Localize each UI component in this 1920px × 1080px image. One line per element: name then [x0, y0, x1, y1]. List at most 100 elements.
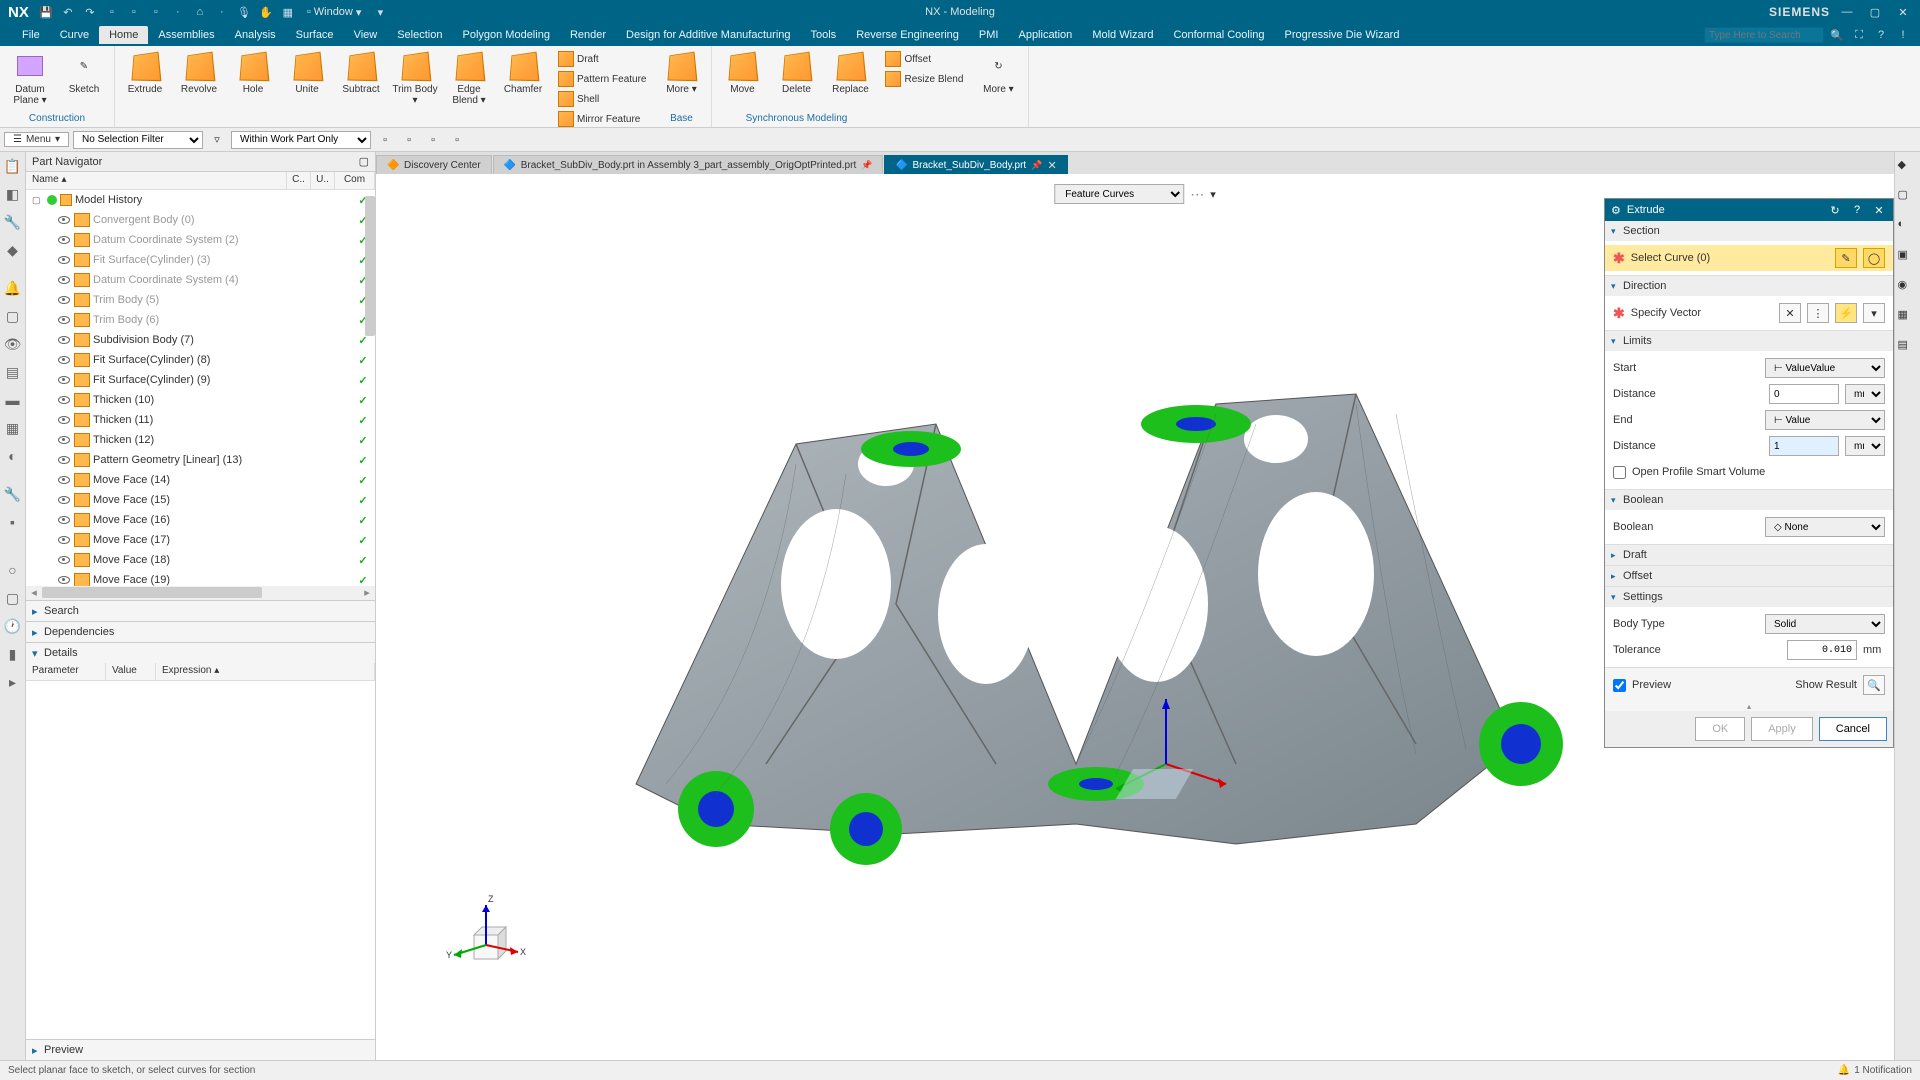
rail-icon[interactable]: ▤ — [1898, 338, 1918, 358]
pattern-feature-button[interactable]: Pattern Feature — [555, 70, 649, 88]
open-profile-checkbox[interactable] — [1613, 466, 1626, 479]
doc-tab-discovery[interactable]: 🔶Discovery Center — [376, 155, 492, 175]
boolean-combo[interactable]: ◇ None — [1765, 517, 1885, 537]
vector-icon[interactable]: ⋮ — [1807, 303, 1829, 323]
sketch-section-icon[interactable]: ✎ — [1835, 248, 1857, 268]
extrude-button[interactable]: Extrude — [119, 48, 171, 108]
more-options-icon[interactable]: ⋯ — [1190, 186, 1204, 203]
rail-icon[interactable]: ◐ — [1898, 218, 1918, 238]
vector-auto-icon[interactable]: ⚡ — [1835, 303, 1857, 323]
tree-item[interactable]: Fit Surface(Cylinder) (3)✓ — [26, 250, 375, 270]
sketch-button[interactable]: ✎Sketch — [58, 48, 110, 108]
visibility-icon[interactable] — [56, 573, 72, 586]
dropdown-icon[interactable]: ▾ — [1210, 188, 1216, 201]
apply-button[interactable]: Apply — [1751, 717, 1813, 741]
tree-item[interactable]: Thicken (12)✓ — [26, 430, 375, 450]
rail-icon[interactable]: ▬ — [3, 390, 23, 410]
home-icon[interactable]: ⌂ — [191, 3, 209, 21]
menu-pmi[interactable]: PMI — [969, 26, 1009, 44]
rail-icon[interactable]: ▢ — [3, 306, 23, 326]
rail-icon[interactable]: ▸ — [3, 672, 23, 692]
subtract-button[interactable]: Subtract — [335, 48, 387, 108]
menu-mold[interactable]: Mold Wizard — [1082, 26, 1163, 44]
preview-checkbox[interactable] — [1613, 679, 1626, 692]
menu-render[interactable]: Render — [560, 26, 616, 44]
close-icon[interactable]: ✕ — [1892, 3, 1914, 21]
more-button[interactable]: More ▾ — [655, 48, 707, 97]
mic-icon[interactable]: 🎙 — [235, 3, 253, 21]
col-param[interactable]: Parameter — [26, 663, 106, 680]
direction-header[interactable]: ▾Direction — [1605, 276, 1893, 296]
tree-item[interactable]: Subdivision Body (7)✓ — [26, 330, 375, 350]
tree-root[interactable]: ▢ Model History ✓ — [26, 190, 375, 210]
menu-view[interactable]: View — [344, 26, 388, 44]
select-curve-row[interactable]: ✱ Select Curve (0) ✎ ◯ — [1605, 245, 1893, 271]
tree-item[interactable]: Move Face (18)✓ — [26, 550, 375, 570]
visibility-icon[interactable] — [56, 293, 72, 307]
col-value[interactable]: Value — [106, 663, 156, 680]
qat-icon[interactable]: ▫ — [103, 3, 121, 21]
rail-icon[interactable]: ◆ — [1898, 158, 1918, 178]
menu-analysis[interactable]: Analysis — [225, 26, 286, 44]
menu-curve[interactable]: Curve — [50, 26, 99, 44]
visibility-icon[interactable] — [56, 553, 72, 567]
menu-reverse[interactable]: Reverse Engineering — [846, 26, 969, 44]
settings-header[interactable]: ▾Settings — [1605, 587, 1893, 607]
reset-icon[interactable]: ↻ — [1827, 204, 1843, 217]
hole-button[interactable]: Hole — [227, 48, 279, 108]
start-type-combo[interactable]: ⊢ ValueValue — [1765, 358, 1885, 378]
menu-polygon[interactable]: Polygon Modeling — [452, 26, 559, 44]
details-section[interactable]: ▾Details — [26, 643, 375, 663]
menu-button[interactable]: ☰ Menu ▾ — [4, 132, 69, 147]
rail-icon[interactable]: 🕐 — [3, 616, 23, 636]
draft-header[interactable]: ▸Draft — [1605, 545, 1893, 565]
cancel-button[interactable]: Cancel — [1819, 717, 1887, 741]
tree-item[interactable]: Move Face (16)✓ — [26, 510, 375, 530]
tolerance-input[interactable] — [1787, 640, 1857, 660]
rail-icon[interactable]: ▦ — [3, 418, 23, 438]
rail-icon[interactable]: ▤ — [3, 362, 23, 382]
col-expr[interactable]: Expression ▴ — [156, 663, 375, 680]
dependencies-section[interactable]: ▸Dependencies — [26, 622, 375, 642]
close-tab-icon[interactable]: ✕ — [1047, 159, 1056, 172]
filter-tool-icon[interactable]: ▫ — [375, 131, 395, 149]
rail-icon[interactable]: 🔔 — [3, 278, 23, 298]
ok-button[interactable]: OK — [1695, 717, 1745, 741]
move-button[interactable]: Move — [716, 48, 768, 97]
body-type-combo[interactable]: Solid — [1765, 614, 1885, 634]
tree-item[interactable]: Thicken (11)✓ — [26, 410, 375, 430]
tree-item[interactable]: Move Face (19)✓ — [26, 570, 375, 586]
menu-application[interactable]: Application — [1008, 26, 1082, 44]
shell-button[interactable]: Shell — [555, 90, 649, 108]
rail-icon[interactable]: ○ — [3, 560, 23, 580]
end-distance-input[interactable] — [1769, 436, 1839, 456]
start-distance-input[interactable] — [1769, 384, 1839, 404]
rail-icon[interactable]: ▢ — [1898, 188, 1918, 208]
col-name[interactable]: Name ▴ — [26, 172, 287, 189]
filter-tool-icon[interactable]: ▫ — [447, 131, 467, 149]
h-scrollbar[interactable]: ◂▸ — [26, 586, 375, 600]
rail-icon[interactable]: 🔧 — [3, 212, 23, 232]
menu-home[interactable]: Home — [99, 26, 148, 44]
boolean-header[interactable]: ▾Boolean — [1605, 490, 1893, 510]
tree-item[interactable]: Pattern Geometry [Linear] (13)✓ — [26, 450, 375, 470]
visibility-icon[interactable] — [56, 533, 72, 547]
preview-section[interactable]: ▸Preview — [26, 1040, 375, 1060]
help-icon[interactable]: ? — [1849, 204, 1865, 216]
rail-icon[interactable]: ▣ — [1898, 248, 1918, 268]
col-u[interactable]: U.. — [311, 172, 335, 189]
pin-icon[interactable]: 📌 — [861, 160, 872, 171]
tree-item[interactable]: Datum Coordinate System (2)✓ — [26, 230, 375, 250]
visibility-icon[interactable] — [56, 493, 72, 507]
rail-icon[interactable]: 🔧 — [3, 484, 23, 504]
tree-item[interactable]: Move Face (17)✓ — [26, 530, 375, 550]
rail-icon[interactable]: ▪ — [3, 512, 23, 532]
tree-item[interactable]: Move Face (14)✓ — [26, 470, 375, 490]
visibility-icon[interactable] — [56, 473, 72, 487]
resize-blend-button[interactable]: Resize Blend — [882, 70, 966, 88]
qat-icon[interactable]: ▫ — [147, 3, 165, 21]
filter-tool-icon[interactable]: ▫ — [399, 131, 419, 149]
chamfer-button[interactable]: Chamfer — [497, 48, 549, 108]
tree-item[interactable]: Fit Surface(Cylinder) (8)✓ — [26, 350, 375, 370]
window-dropdown[interactable]: ▫ Window ▾ — [301, 6, 368, 19]
